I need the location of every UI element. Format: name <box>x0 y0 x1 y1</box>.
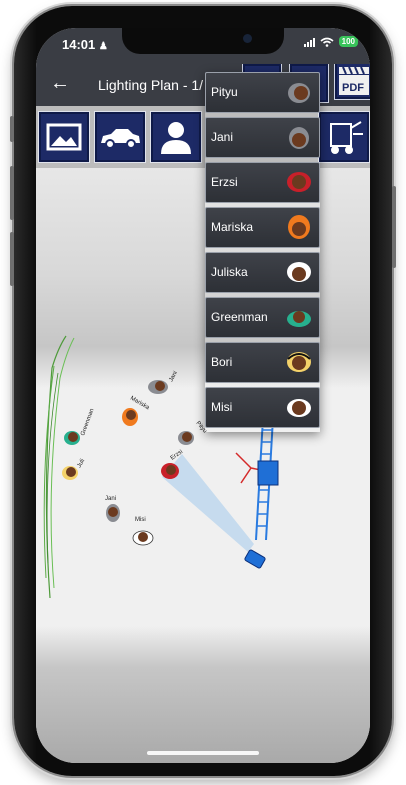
person-label-jani-bottom: Jani <box>105 496 116 502</box>
menu-item-pityu[interactable]: Pityu <box>205 72 320 113</box>
image-icon <box>46 123 82 151</box>
person-label-misi: Misi <box>135 517 146 523</box>
menu-item-misi[interactable]: Misi <box>205 387 320 428</box>
person-avatar-icon <box>287 352 311 372</box>
person-avatar-icon <box>287 311 311 327</box>
person-label-greenman: Greenman <box>80 408 95 437</box>
home-indicator[interactable] <box>147 751 259 755</box>
person-marker-pityu[interactable]: Pityu <box>178 420 208 445</box>
silent-switch <box>10 116 14 142</box>
person-dropdown-menu: Pityu Jani Erzsi Mariska Juliska Greenma… <box>205 72 320 432</box>
grip-truck-tool[interactable] <box>318 111 370 163</box>
page-title: Lighting Plan - 1/ <box>98 77 204 93</box>
export-pdf-button[interactable]: PDF <box>334 60 370 100</box>
menu-item-bori[interactable]: Bori <box>205 342 320 383</box>
screen: 14:01 ♟ 100 ← Lighting Plan - 1/ PDF Jan… <box>36 28 370 763</box>
person-tool[interactable] <box>150 111 202 163</box>
crane-cart-icon <box>330 121 363 154</box>
person-avatar-icon <box>288 215 310 239</box>
person-marker-mariska[interactable]: Mariska <box>122 396 151 426</box>
car-icon <box>101 129 140 149</box>
person-marker-misi[interactable]: Misi <box>132 517 154 546</box>
status-time: 14:01 ♟ <box>62 37 108 52</box>
menu-item-juliska[interactable]: Juliska <box>205 252 320 293</box>
walking-person-icon: ♟ <box>98 41 108 52</box>
person-marker-jani-bottom[interactable]: Jani <box>105 496 120 522</box>
wifi-icon <box>320 37 334 47</box>
person-avatar-icon <box>289 127 309 149</box>
front-camera <box>243 34 252 43</box>
volume-up-button <box>10 166 14 220</box>
person-avatar-icon <box>287 262 311 282</box>
background-image-tool[interactable] <box>38 111 90 163</box>
person-marker-juli[interactable]: Juli <box>62 458 86 480</box>
volume-down-button <box>10 232 14 286</box>
menu-item-jani[interactable]: Jani <box>205 117 320 158</box>
menu-item-erzsi[interactable]: Erzsi <box>205 162 320 203</box>
menu-item-greenman[interactable]: Greenman <box>205 297 320 338</box>
person-avatar-icon <box>287 399 311 417</box>
back-arrow-icon[interactable]: ← <box>50 72 70 95</box>
pdf-label: PDF <box>342 82 364 94</box>
person-avatar-icon <box>288 83 310 103</box>
power-button <box>392 186 396 268</box>
battery-indicator: 100 <box>338 36 358 47</box>
person-marker-jani-top[interactable]: Jani <box>148 370 179 394</box>
person-label-juli: Juli <box>77 458 87 469</box>
vehicle-tool[interactable] <box>94 111 146 163</box>
menu-item-mariska[interactable]: Mariska <box>205 207 320 248</box>
notch <box>122 28 284 54</box>
light-fixture-icon[interactable] <box>244 549 266 569</box>
person-label-jani-top: Jani <box>168 370 178 383</box>
cellular-signal-icon <box>303 37 315 47</box>
person-icon <box>161 122 191 154</box>
person-marker-greenman[interactable]: Greenman <box>64 408 96 445</box>
person-avatar-icon <box>287 172 311 192</box>
